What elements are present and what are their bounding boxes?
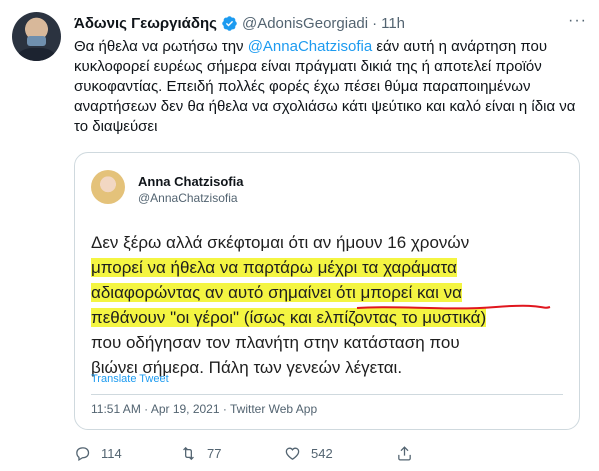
retweet-button[interactable]: 77 <box>180 445 221 462</box>
suit <box>18 48 55 61</box>
quoted-author-handle: @AnnaChatzisofia <box>138 191 238 205</box>
retweet-icon <box>183 446 194 461</box>
share-button[interactable] <box>396 445 423 462</box>
tweet-text-part1: Θα ήθελα να ρωτήσω την <box>74 38 248 55</box>
more-options-icon[interactable]: ··· <box>568 12 587 30</box>
quoted-line-5: που οδήγησαν τον πλανήτη στην κατάσταση … <box>91 333 460 352</box>
highlight-line-3: αδιαφορώντας αν αυτό σημαίνει ότι μπορεί… <box>91 283 462 302</box>
reply-count: 114 <box>101 446 122 461</box>
timestamp[interactable]: 11h <box>381 15 405 32</box>
tweet-header: Άδωνις Γεωργιάδης @AdonisGeorgiadi · 11h… <box>74 12 587 34</box>
translate-tweet-link[interactable]: Translate Tweet <box>91 373 169 385</box>
like-button[interactable]: 542 <box>284 445 333 462</box>
quoted-tweet[interactable]: Anna Chatzisofia @AnnaChatzisofia Δεν ξέ… <box>74 152 580 430</box>
quoted-line-1: Δεν ξέρω αλλά σκέφτομαι ότι αν ήμουν 16 … <box>91 233 470 252</box>
red-underline-mark <box>356 304 551 310</box>
verified-badge-icon <box>222 15 237 31</box>
author-name[interactable]: Άδωνις Γεωργιάδης <box>74 15 217 32</box>
quoted-author-name: Anna Chatzisofia <box>138 174 244 189</box>
highlight-line-2: μπορεί να ήθελα να παρτάρω μέχρι τα χαρά… <box>91 258 457 277</box>
avatar[interactable] <box>12 12 61 61</box>
like-count: 542 <box>311 446 333 461</box>
quoted-line-2: μπορεί να ήθελα να παρτάρω μέχρι τα χαρά… <box>91 255 551 280</box>
share-icon <box>398 446 411 461</box>
reply-button[interactable]: 114 <box>74 445 122 462</box>
retweet-count: 77 <box>207 446 222 461</box>
quoted-metadata: 11:51 AM · Apr 19, 2021 · Twitter Web Ap… <box>91 402 318 416</box>
heart-icon <box>285 447 300 460</box>
face-mask <box>27 36 46 46</box>
separator-dot: · <box>372 14 378 32</box>
quoted-line-3: αδιαφορώντας αν αυτό σημαίνει ότι μπορεί… <box>91 280 551 305</box>
mention-link[interactable]: @AnnaChatzisofia <box>248 38 372 55</box>
quoted-avatar[interactable] <box>91 170 125 204</box>
highlight-line-4a: πεθάνουν "οι γέροι" <box>91 308 240 327</box>
reply-icon <box>76 447 90 462</box>
tweet-text: Θα ήθελα να ρωτήσω την @AnnaChatzisofia … <box>74 37 586 137</box>
author-handle[interactable]: @AdonisGeorgiadi <box>242 15 368 32</box>
quoted-divider <box>91 394 563 395</box>
tweet-actions: 114 77 542 <box>74 445 494 465</box>
